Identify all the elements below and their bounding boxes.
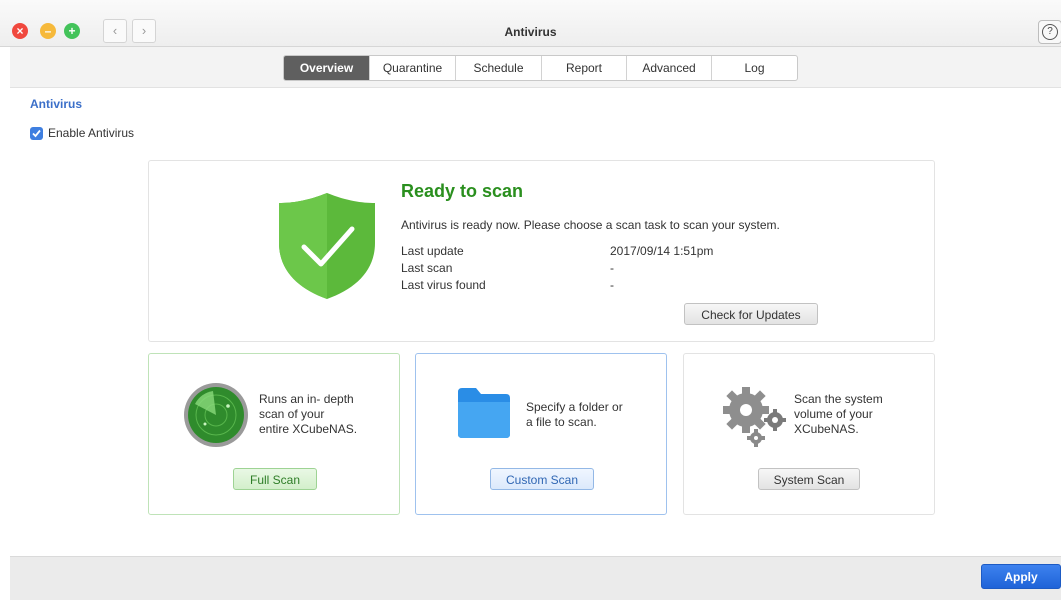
radar-icon [184, 383, 248, 447]
content-area: Antivirus Enable Antivirus Ready to scan… [10, 88, 1061, 556]
info-label: Last virus found [401, 278, 486, 292]
info-value: 2017/09/14 1:51pm [610, 244, 714, 258]
description-line: XCubeNAS. [794, 422, 859, 436]
status-description: Antivirus is ready now. Please choose a … [401, 218, 780, 232]
enable-antivirus-label: Enable Antivirus [48, 126, 135, 140]
full-scan-card[interactable]: Runs an in- depth scan of your entire XC… [148, 353, 400, 515]
tab-log[interactable]: Log [712, 56, 797, 80]
description-line: Scan the system [794, 392, 883, 406]
help-button[interactable]: ? [1038, 20, 1061, 44]
tab-strip: Overview Quarantine Schedule Report Adva… [10, 47, 1061, 88]
folder-icon [458, 388, 510, 438]
info-label: Last scan [401, 261, 453, 275]
enable-antivirus-checkbox[interactable] [30, 126, 43, 140]
tab-quarantine[interactable]: Quarantine [370, 56, 456, 80]
info-value: - [610, 261, 614, 275]
custom-scan-button[interactable]: Custom Scan [490, 468, 594, 490]
section-title: Antivirus [30, 97, 83, 111]
antivirus-window: × – + ‹ › Antivirus ? Overview Quarantin… [0, 0, 1061, 600]
tab-report[interactable]: Report [542, 56, 627, 80]
enable-antivirus-row[interactable]: Enable Antivirus [30, 126, 134, 140]
custom-scan-description: Specify a folder or a file to scan. [526, 400, 623, 430]
info-label: Last update [401, 244, 464, 258]
description-line: entire XCubeNAS. [259, 422, 358, 436]
description-line: volume of your [794, 407, 873, 421]
tab-bar: Overview Quarantine Schedule Report Adva… [283, 55, 798, 81]
system-scan-card[interactable]: Scan the system volume of your XCubeNAS.… [683, 353, 935, 515]
full-scan-button[interactable]: Full Scan [233, 468, 317, 490]
description-line: Runs an in- depth [259, 392, 354, 406]
info-value: - [610, 278, 614, 292]
footer-bar: Apply [10, 556, 1061, 600]
shield-check-icon [279, 193, 375, 299]
system-scan-button[interactable]: System Scan [758, 468, 860, 490]
apply-button[interactable]: Apply [981, 564, 1061, 589]
description-line: scan of your [259, 407, 325, 421]
system-scan-description: Scan the system volume of your XCubeNAS. [794, 392, 883, 437]
window-title: Antivirus [504, 25, 557, 39]
checkbox-check-icon [32, 129, 41, 137]
help-icon: ? [1042, 24, 1058, 40]
tab-schedule[interactable]: Schedule [456, 56, 542, 80]
title-bar: × – + ‹ › Antivirus ? [0, 0, 1061, 47]
tab-overview[interactable]: Overview [284, 56, 370, 80]
status-title: Ready to scan [401, 181, 524, 201]
description-line: a file to scan. [526, 415, 597, 429]
status-card: Ready to scan Antivirus is ready now. Pl… [148, 160, 935, 342]
custom-scan-card[interactable]: Specify a folder or a file to scan. Cust… [415, 353, 667, 515]
tab-advanced[interactable]: Advanced [627, 56, 712, 80]
description-line: Specify a folder or [526, 400, 623, 414]
check-for-updates-button[interactable]: Check for Updates [684, 303, 818, 325]
gears-icon [723, 387, 786, 447]
full-scan-description: Runs an in- depth scan of your entire XC… [259, 392, 357, 437]
